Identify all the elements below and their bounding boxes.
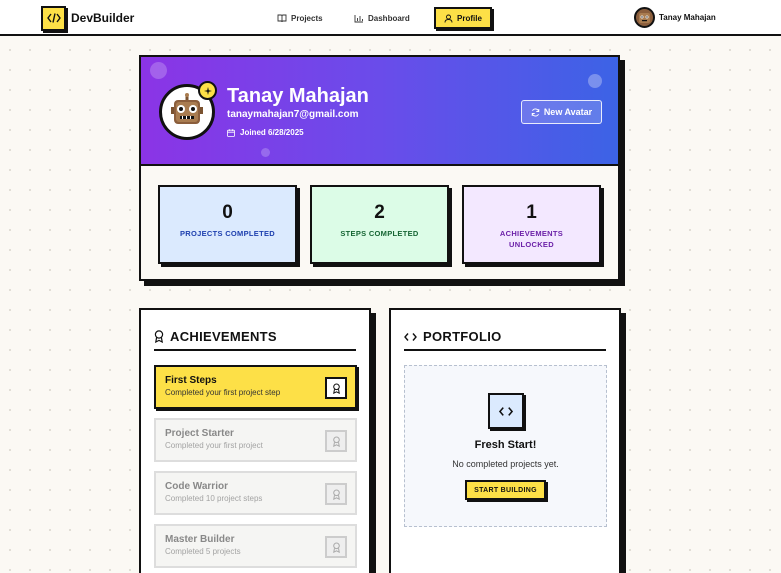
achievement-card[interactable]: Master Builder Completed 5 projects (154, 524, 357, 568)
nav-dashboard-label: Dashboard (368, 13, 410, 23)
empty-subtitle: No completed projects yet. (452, 459, 559, 469)
code-icon (41, 5, 66, 31)
profile-joined-text: Joined 6/28/2025 (240, 128, 304, 137)
top-navbar: DevBuilder Projects Dashboard Profile Ta… (0, 0, 781, 36)
user-menu[interactable]: Tanay Mahajan (634, 7, 716, 28)
profile-header: Tanay Mahajan tanaymahajan7@gmail.com Jo… (141, 57, 618, 166)
award-icon (325, 430, 347, 452)
stat-steps-completed: 2 STEPS COMPLETED (310, 185, 449, 264)
achievements-title-text: ACHIEVEMENTS (170, 329, 277, 344)
award-icon (325, 483, 347, 505)
nav-dashboard[interactable]: Dashboard (354, 7, 410, 29)
avatar (634, 7, 655, 28)
decor-bubble (261, 148, 270, 157)
code-icon (404, 332, 417, 341)
achievements-title: ACHIEVEMENTS (154, 324, 356, 351)
brand-name: DevBuilder (71, 11, 135, 25)
stat-value: 0 (222, 202, 233, 223)
stat-value: 1 (526, 202, 537, 223)
new-avatar-button[interactable]: New Avatar (521, 100, 602, 124)
brand-logo[interactable]: DevBuilder (41, 5, 134, 31)
nav-profile[interactable]: Profile (434, 7, 492, 29)
calendar-icon (227, 128, 235, 137)
decor-bubble (588, 74, 602, 88)
nav-projects-label: Projects (291, 13, 323, 23)
book-icon (277, 14, 287, 22)
code-icon (488, 393, 524, 429)
stat-achievements-unlocked: 1 ACHIEVEMENTS UNLOCKED (462, 185, 601, 264)
achievements-panel: ACHIEVEMENTS First Steps Completed your … (139, 308, 371, 573)
new-avatar-label: New Avatar (543, 107, 593, 117)
award-icon (325, 377, 347, 399)
user-name: Tanay Mahajan (659, 13, 716, 22)
decor-bubble (150, 62, 167, 79)
nav-projects[interactable]: Projects (277, 7, 323, 29)
stat-value: 2 (374, 202, 385, 223)
achievement-card[interactable]: Project Starter Completed your first pro… (154, 418, 357, 462)
sparkle-icon (198, 81, 217, 100)
bar-chart-icon (354, 14, 363, 22)
stat-label: PROJECTS COMPLETED (180, 229, 275, 238)
profile-joined: Joined 6/28/2025 (227, 128, 304, 137)
empty-title: Fresh Start! (474, 439, 537, 451)
portfolio-title: PORTFOLIO (404, 324, 606, 351)
profile-name: Tanay Mahajan (227, 85, 369, 107)
user-icon (444, 14, 453, 23)
profile-email: tanaymahajan7@gmail.com (227, 109, 359, 120)
portfolio-panel: PORTFOLIO Fresh Start! No completed proj… (389, 308, 621, 573)
portfolio-title-text: PORTFOLIO (423, 329, 502, 344)
achievement-card[interactable]: First Steps Completed your first project… (154, 365, 357, 409)
portfolio-empty-state: Fresh Start! No completed projects yet. … (404, 365, 607, 527)
start-building-button[interactable]: START BUILDING (465, 480, 546, 500)
refresh-icon (531, 108, 540, 116)
award-icon (154, 330, 164, 343)
stat-label: STEPS COMPLETED (340, 229, 419, 238)
award-icon (325, 536, 347, 558)
stat-projects-completed: 0 PROJECTS COMPLETED (158, 185, 297, 264)
achievement-card[interactable]: Code Warrior Completed 10 project steps (154, 471, 357, 515)
profile-card: Tanay Mahajan tanaymahajan7@gmail.com Jo… (139, 55, 620, 281)
stat-label: ACHIEVEMENTS UNLOCKED (499, 229, 564, 249)
nav-profile-label: Profile (457, 13, 482, 23)
